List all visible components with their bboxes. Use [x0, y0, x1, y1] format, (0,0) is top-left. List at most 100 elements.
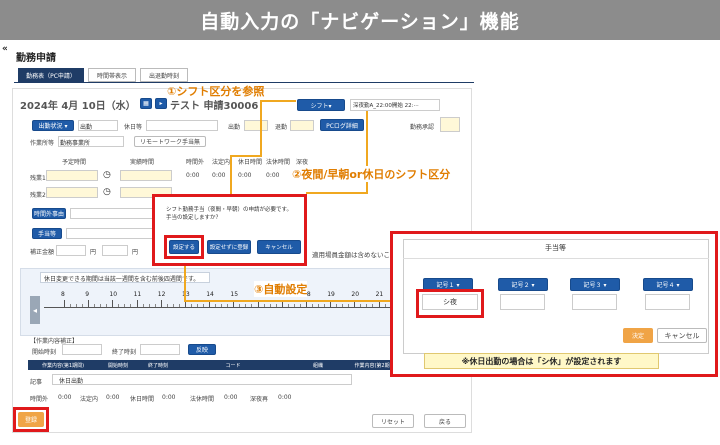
- approval-input[interactable]: [440, 117, 460, 132]
- col-yotei: 予定時間: [62, 159, 87, 166]
- bottom-houtei-kyu-label: 法休時間: [190, 396, 215, 403]
- timeline-minor-tick: [191, 304, 192, 307]
- allowance-divider: [403, 258, 709, 259]
- timeline-minor-tick: [336, 304, 338, 307]
- shift-button[interactable]: シフト▾: [297, 99, 345, 111]
- annotation-4: ※休日出勤の場合は「シ休」が設定されます: [424, 353, 659, 369]
- collapse-icon[interactable]: «: [2, 44, 8, 54]
- calendar-icon[interactable]: ▦: [140, 98, 152, 109]
- holiday-input[interactable]: [146, 120, 218, 131]
- annotation-2: ②夜間/早朝or休日のシフト区分: [292, 166, 451, 182]
- col-houtei-kyu: 法休時間: [266, 159, 291, 166]
- annotation-3: ③自動設定: [254, 281, 308, 297]
- timeline-tick: [136, 300, 138, 307]
- timeline-tick-label: 19: [327, 291, 335, 298]
- timeline-minor-tick: [372, 304, 374, 307]
- allowance-input[interactable]: [66, 228, 161, 239]
- attendance-status-button[interactable]: 出勤状況 ▾: [32, 120, 74, 131]
- tab-time[interactable]: 時間帯表示: [88, 68, 136, 82]
- attendance-status-value[interactable]: 出勤: [78, 120, 118, 131]
- timeline-minor-tick: [203, 304, 204, 307]
- overtime-reason-input[interactable]: [70, 208, 160, 219]
- kigo2-input[interactable]: [500, 294, 545, 310]
- timeline-minor-tick: [348, 304, 350, 307]
- timeline-minor-tick: [263, 304, 265, 307]
- kigo2-button[interactable]: 記号２ ▾: [498, 278, 548, 291]
- clock-icon-2[interactable]: ◷: [103, 187, 111, 197]
- kigo3-input[interactable]: [572, 294, 617, 310]
- timeline-minor-tick: [269, 304, 271, 307]
- dialog-set-button[interactable]: 設定する: [169, 240, 199, 254]
- zangyo1-jikangai: 0:00: [186, 172, 200, 179]
- dialog-text-1: シフト勤務手当（夜間・早朝）の申請が必要です。: [166, 207, 292, 213]
- zangyo1-spacer: [62, 170, 98, 181]
- timeline-minor-tick: [342, 304, 344, 307]
- timeline-minor-tick: [100, 304, 102, 307]
- hanei-button[interactable]: 反映: [188, 344, 216, 355]
- zangyo2-start[interactable]: [46, 187, 98, 198]
- shuryo-select[interactable]: [140, 344, 180, 355]
- timeline-minor-tick: [312, 304, 313, 307]
- kigo4-button[interactable]: 記号４ ▾: [643, 278, 693, 291]
- table-header-cell: コード: [225, 362, 241, 369]
- annotation-1: ①シフト区分を参照: [167, 85, 265, 98]
- table-header-cell: 組織: [312, 362, 323, 369]
- shuryo-label: 終了時刻: [112, 349, 137, 356]
- bottom-kyujitsu-value: 0:00: [162, 394, 176, 401]
- timeline-minor-tick: [287, 304, 289, 307]
- timeline-prev-icon[interactable]: ◂: [30, 296, 40, 324]
- in-input[interactable]: [244, 120, 268, 131]
- panel-ok-button[interactable]: 決定: [623, 328, 653, 343]
- bottom-jikangai-label: 時間外: [30, 396, 49, 403]
- table-header-cell: 作業内容(第1期間): [41, 362, 85, 369]
- timeline-minor-tick: [215, 304, 217, 307]
- timeline-minor-tick: [318, 304, 319, 307]
- date-label: 2024年 4月 10日（水）: [20, 101, 136, 112]
- overtime-reason-button[interactable]: 時間外事由: [32, 208, 66, 219]
- connector-1b: [260, 100, 262, 156]
- kigo1-input[interactable]: シ夜: [422, 294, 478, 310]
- in-label: 出勤: [228, 124, 241, 131]
- back-button[interactable]: 戻る: [424, 414, 466, 428]
- timeline-minor-tick: [360, 304, 362, 307]
- workplace-select[interactable]: 勤務事業所: [58, 136, 124, 147]
- timeline-minor-tick: [130, 304, 132, 307]
- timeline-minor-tick: [221, 304, 223, 307]
- timeline-minor-tick: [94, 304, 96, 307]
- holiday-label: 休日等: [124, 124, 143, 131]
- zangyo1-actual[interactable]: [120, 170, 172, 181]
- pclog-button[interactable]: PCログ詳細: [320, 119, 364, 131]
- dialog-cancel-button[interactable]: キャンセル: [257, 240, 301, 254]
- kigo3-button[interactable]: 記号３ ▾: [570, 278, 620, 291]
- connector-3b: [184, 300, 416, 302]
- register-button[interactable]: 登録: [18, 412, 44, 427]
- panel-cancel-button[interactable]: キャンセル: [657, 328, 707, 343]
- timeline-tick-label: 15: [230, 291, 239, 298]
- timeline-minor-tick: [384, 304, 386, 307]
- tab-pc[interactable]: 勤務表（PC申請）: [18, 68, 84, 82]
- tekiyo-note: 適用場員金額は含めないこと: [312, 251, 397, 259]
- hosei-input[interactable]: [56, 245, 86, 256]
- allowance-button[interactable]: 手当等: [32, 228, 62, 239]
- col-kyujitsu: 休日時間: [238, 159, 263, 166]
- hosei-input-2[interactable]: [102, 245, 128, 256]
- timeline-minor-tick: [251, 304, 253, 307]
- out-input[interactable]: [290, 120, 314, 131]
- kaishi-select[interactable]: [62, 344, 102, 355]
- kigo4-input[interactable]: [645, 294, 690, 310]
- timeline-tick: [112, 300, 114, 307]
- remote-work-button[interactable]: リモートワーク手当無: [134, 136, 206, 147]
- col-jikangai: 時間外: [186, 159, 205, 166]
- kiji-input[interactable]: 休日出勤: [52, 374, 352, 385]
- connector-2b: [306, 192, 368, 194]
- timeline-minor-tick: [239, 304, 241, 307]
- approval-label: 勤務承認: [410, 124, 435, 131]
- page-title: 勤務申請: [16, 53, 56, 64]
- tab-clock[interactable]: 出退勤時刻: [140, 68, 188, 82]
- dialog-noset-button[interactable]: 設定せずに登録: [207, 240, 251, 254]
- timeline-minor-tick: [166, 304, 168, 307]
- timeline-tick-label: 14: [206, 291, 214, 298]
- clock-icon-1[interactable]: ◷: [103, 170, 111, 180]
- reset-button[interactable]: リセット: [372, 414, 414, 428]
- next-icon[interactable]: ▸: [155, 98, 167, 109]
